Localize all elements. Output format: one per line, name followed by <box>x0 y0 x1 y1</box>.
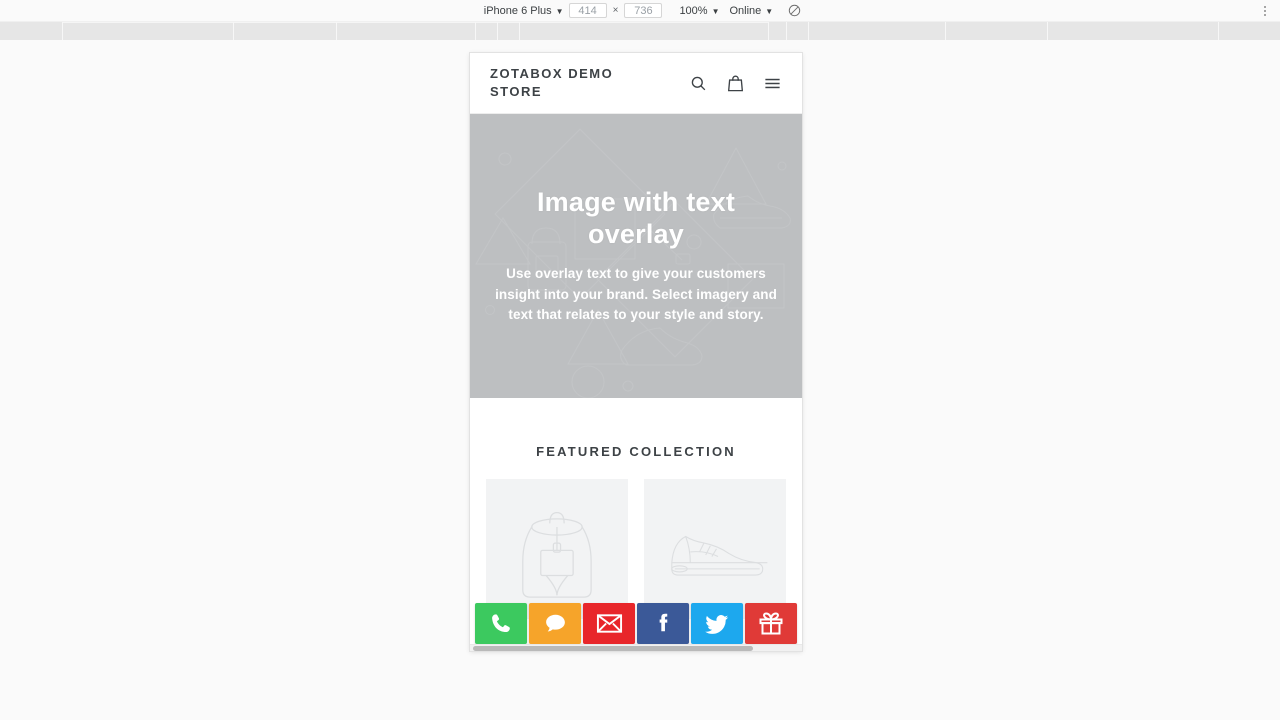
store-title: ZOTABOX DEMO STORE <box>490 65 640 101</box>
product-card-backpack[interactable] <box>486 479 628 619</box>
social-contact-bar <box>470 602 802 645</box>
device-selector-label: iPhone 6 Plus <box>484 5 552 17</box>
viewport-ruler <box>0 21 1280 40</box>
no-throttling-icon[interactable] <box>788 4 801 17</box>
product-grid <box>470 459 802 619</box>
twitter-icon <box>704 611 730 637</box>
dimension-separator: × <box>607 5 625 16</box>
chat-bubble-icon <box>543 611 568 636</box>
product-thumbnail[interactable] <box>644 479 786 619</box>
featured-collection-section: FEATURED COLLECTION <box>470 398 802 619</box>
gift-button[interactable] <box>745 603 797 644</box>
header-icon-group <box>689 65 782 93</box>
zoom-level-label: 100% <box>679 5 707 17</box>
chevron-down-icon: ▼ <box>765 8 773 16</box>
device-mode-toolbar: iPhone 6 Plus ▼ × 100% ▼ Online ▼ <box>0 0 1280 21</box>
phone-button[interactable] <box>475 603 527 644</box>
hero-body-text: Use overlay text to give your customers … <box>488 264 784 325</box>
hero-heading: Image with text overlay <box>488 187 784 251</box>
twitter-button[interactable] <box>691 603 743 644</box>
store-header: ZOTABOX DEMO STORE <box>470 53 802 114</box>
device-canvas: ZOTABOX DEMO STORE <box>0 40 1280 720</box>
product-card-sneaker[interactable] <box>644 479 786 619</box>
facebook-button[interactable] <box>637 603 689 644</box>
device-selector[interactable]: iPhone 6 Plus ▼ <box>479 1 569 21</box>
chevron-down-icon: ▼ <box>712 8 720 16</box>
zoom-selector[interactable]: 100% ▼ <box>674 1 724 21</box>
email-button[interactable] <box>583 603 635 644</box>
phone-viewport: ZOTABOX DEMO STORE <box>470 53 802 651</box>
featured-collection-title: FEATURED COLLECTION <box>470 444 802 459</box>
ruler-highlight <box>62 22 768 23</box>
kebab-menu-icon[interactable] <box>1258 3 1272 19</box>
shopping-bag-icon[interactable] <box>726 74 745 93</box>
chat-button[interactable] <box>529 603 581 644</box>
chevron-down-icon: ▼ <box>556 8 564 16</box>
backpack-placeholder-icon <box>503 500 611 599</box>
product-thumbnail[interactable] <box>486 479 628 619</box>
hamburger-menu-icon[interactable] <box>763 74 782 93</box>
hero-banner: Image with text overlay Use overlay text… <box>470 114 802 398</box>
network-throttling-selector[interactable]: Online ▼ <box>725 1 779 21</box>
viewport-width-input[interactable] <box>569 3 607 18</box>
search-icon[interactable] <box>689 74 708 93</box>
gift-icon <box>758 611 784 636</box>
facebook-icon <box>651 611 676 636</box>
scrollbar-thumb[interactable] <box>473 646 753 651</box>
envelope-icon <box>596 613 623 634</box>
phone-icon <box>489 611 514 636</box>
horizontal-scrollbar[interactable] <box>470 644 802 651</box>
viewport-height-input[interactable] <box>624 3 662 18</box>
network-condition-label: Online <box>730 5 762 17</box>
sneaker-placeholder-icon <box>661 518 769 580</box>
